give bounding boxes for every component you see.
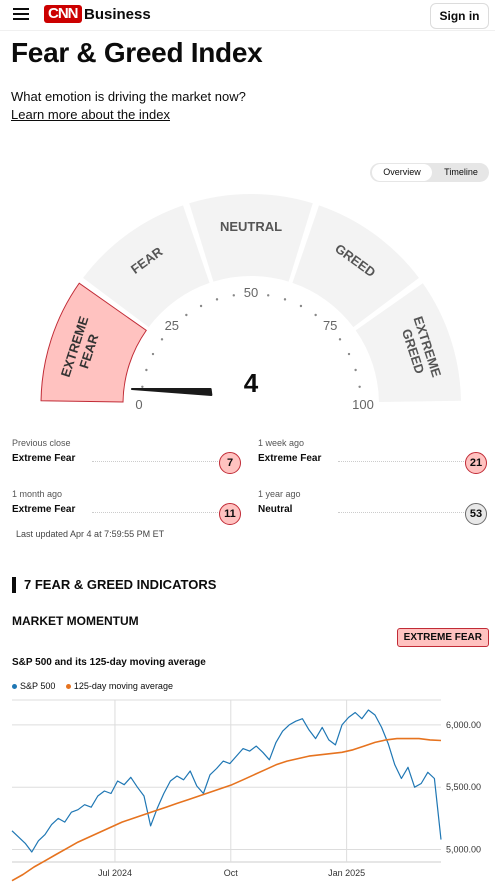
gauge-tick-label: 25 — [165, 318, 179, 333]
series-line-sp500 — [11, 709, 442, 853]
gauge-dot — [267, 294, 270, 297]
history-rating: Extreme Fear — [12, 453, 76, 464]
market-momentum-title: MARKET MOMENTUM — [12, 614, 139, 628]
gauge-dot — [358, 385, 361, 388]
legend-item-moving-average[interactable]: 125-day moving average — [65, 681, 173, 691]
history-score-badge: 21 — [465, 452, 487, 474]
chart-title: S&P 500 and its 125-day moving average — [12, 657, 206, 668]
gauge-dot — [215, 298, 219, 301]
history-rating: Extreme Fear — [12, 504, 76, 515]
gauge-dot — [283, 298, 287, 301]
gauge-dot — [145, 368, 148, 372]
market-momentum-rating-badge: EXTREME FEAR — [396, 628, 489, 647]
gauge-dot — [232, 294, 235, 297]
history-1-month-ago: 1 month ago Extreme Fear 11 — [12, 489, 242, 525]
gauge-segment-label: NEUTRAL — [220, 219, 282, 234]
history-1-week-ago: 1 week ago Extreme Fear 21 — [258, 438, 488, 474]
last-updated: Last updated Apr 4 at 7:59:55 PM ET — [16, 529, 165, 539]
history-score-badge: 7 — [219, 452, 241, 474]
cnn-logo[interactable]: CNN — [44, 5, 82, 23]
history-1-year-ago: 1 year ago Neutral 53 — [258, 489, 488, 525]
history-score-badge: 53 — [465, 503, 487, 525]
gauge-dot — [347, 352, 351, 356]
history-label: 1 month ago — [12, 489, 63, 499]
legend-item-sp500[interactable]: S&P 500 — [12, 681, 55, 691]
learn-more-link[interactable]: Learn more about the index — [11, 107, 170, 122]
sign-in-button[interactable]: Sign in — [430, 3, 489, 29]
chart-legend: S&P 500 125-day moving average — [12, 681, 181, 691]
market-momentum-chart: 6,000.00 5,500.00 5,000.00 Jul 2024 Oct Jan 2… — [11, 699, 481, 882]
history-score-badge: 11 — [219, 503, 241, 525]
fear-greed-gauge: EXTREMEFEARFEARNEUTRALGREEDEXTREMEGREED … — [40, 194, 461, 415]
series-line-moving-average — [11, 737, 442, 882]
gauge-dot — [160, 338, 164, 341]
gauge-needle — [130, 387, 213, 396]
gauge-tick-label: 0 — [135, 397, 142, 412]
legend-label: 125-day moving average — [73, 681, 173, 691]
legend-label: S&P 500 — [20, 681, 56, 691]
gauge-tick-label: 75 — [323, 318, 337, 333]
gauge-dot — [354, 368, 357, 372]
gauge-segment-neutral — [189, 194, 313, 282]
gauge-value: 4 — [244, 368, 259, 398]
gauge-dot — [185, 313, 188, 317]
x-tick-label: Jul 2024 — [98, 868, 132, 878]
history-previous-close: Previous close Extreme Fear 7 — [12, 438, 242, 474]
history-label: 1 week ago — [258, 438, 305, 448]
view-toggle: Overview Timeline — [370, 163, 489, 182]
y-tick-label: 6,000.00 — [446, 720, 481, 730]
page-subtitle: What emotion is driving the market now? — [11, 89, 246, 104]
x-tick-label: Oct — [224, 868, 239, 878]
gauge-dot — [141, 385, 144, 388]
hamburger-menu-icon[interactable] — [13, 8, 29, 23]
history-rating: Extreme Fear — [258, 453, 322, 464]
y-tick-label: 5,500.00 — [446, 782, 481, 792]
gauge-dot — [338, 338, 342, 341]
history-rating: Neutral — [258, 504, 293, 515]
indicators-section-title: 7 FEAR & GREED INDICATORS — [12, 577, 216, 593]
gauge-dot — [151, 352, 155, 356]
gauge-tick-label: 50 — [244, 285, 258, 300]
gauge-dot — [199, 304, 203, 308]
x-tick-label: Jan 2025 — [328, 868, 365, 878]
page-title: Fear & Greed Index — [11, 37, 263, 68]
brand-suffix[interactable]: Business — [84, 6, 151, 23]
y-tick-label: 5,000.00 — [446, 845, 481, 855]
history-label: Previous close — [12, 438, 71, 448]
gauge-tick-label: 100 — [352, 397, 374, 412]
overview-tab[interactable]: Overview — [372, 164, 432, 181]
history-label: 1 year ago — [258, 489, 301, 499]
gauge-dot — [314, 313, 317, 317]
gauge-dot — [299, 304, 303, 308]
site-header: CNN Business Sign in — [0, 0, 495, 31]
timeline-tab[interactable]: Timeline — [435, 164, 487, 181]
